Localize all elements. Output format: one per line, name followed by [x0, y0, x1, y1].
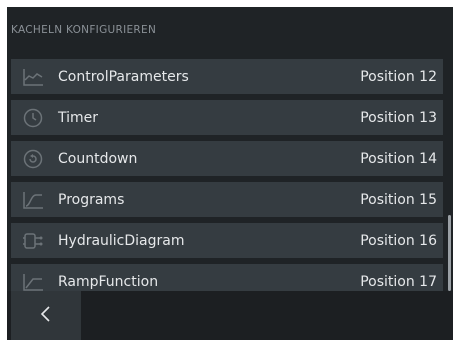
tile-row-programs[interactable]: Programs Position 15 [11, 182, 443, 217]
chevron-left-icon [38, 304, 54, 328]
tile-label: HydraulicDiagram [58, 232, 185, 249]
program-curve-icon [11, 182, 55, 217]
tile-position: Position 13 [360, 109, 437, 126]
tile-list: ControlParameters Position 12 Timer Posi… [7, 59, 453, 291]
clock-icon [11, 100, 55, 135]
list-scrollbar[interactable] [448, 215, 451, 291]
tile-position: Position 12 [360, 68, 437, 85]
hydraulic-diagram-icon [11, 223, 55, 258]
screen-title: KACHELN KONFIGURIEREN [11, 24, 157, 36]
tile-label: RampFunction [58, 273, 159, 290]
bottom-bar [7, 291, 453, 340]
tile-row-rampfunction[interactable]: RampFunction Position 17 [11, 264, 443, 291]
tile-label: Timer [58, 109, 99, 126]
tile-label: Countdown [58, 150, 138, 167]
tile-position: Position 15 [360, 191, 437, 208]
tile-row-timer[interactable]: Timer Position 13 [11, 100, 443, 135]
countdown-icon [11, 141, 55, 176]
tile-row-hydraulicdiagram[interactable]: HydraulicDiagram Position 16 [11, 223, 443, 258]
tile-position: Position 17 [360, 273, 437, 290]
tile-label: ControlParameters [58, 68, 189, 85]
tile-position: Position 14 [360, 150, 437, 167]
back-button[interactable] [11, 291, 81, 340]
line-chart-icon [11, 59, 55, 94]
tile-row-countdown[interactable]: Countdown Position 14 [11, 141, 443, 176]
ramp-icon [11, 264, 55, 291]
configure-tiles-screen: KACHELN KONFIGURIEREN ControlParameters … [7, 7, 453, 340]
tile-row-controlparameters[interactable]: ControlParameters Position 12 [11, 59, 443, 94]
tile-label: Programs [58, 191, 125, 208]
tile-position: Position 16 [360, 232, 437, 249]
